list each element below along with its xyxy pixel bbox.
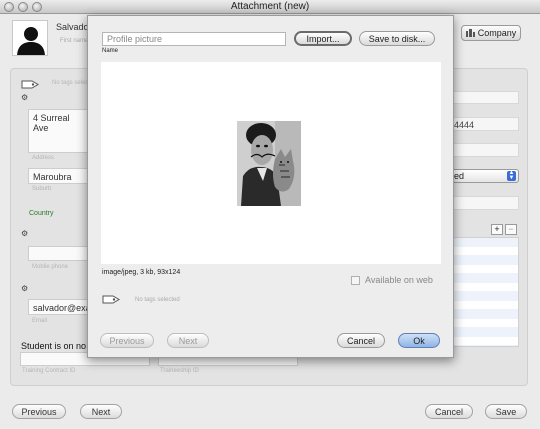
person-silhouette-icon xyxy=(17,27,45,55)
list-row[interactable] xyxy=(450,238,518,247)
right-field-1[interactable] xyxy=(449,91,519,104)
student-status-text: Student is on no w xyxy=(21,341,96,351)
email-label: Email xyxy=(32,318,48,324)
company-button[interactable]: Company xyxy=(461,25,521,41)
dialog-next-button[interactable]: Next xyxy=(167,333,209,348)
phone-field[interactable] xyxy=(28,246,88,261)
cancel-button[interactable]: Cancel xyxy=(425,404,473,419)
right-field-5[interactable] xyxy=(449,196,519,210)
dialog-cancel-button[interactable]: Cancel xyxy=(337,333,385,348)
list-row[interactable] xyxy=(450,292,518,301)
add-row-button[interactable]: + xyxy=(491,224,503,235)
tag-icon[interactable] xyxy=(21,79,39,90)
list-row[interactable] xyxy=(450,337,518,346)
image-preview-area xyxy=(101,62,441,264)
country-label: Country xyxy=(29,210,54,217)
company-button-label: Company xyxy=(477,28,517,38)
available-on-web-label: Available on web xyxy=(365,275,433,285)
remove-row-button[interactable]: − xyxy=(505,224,517,235)
training-contract-label: Training Contract ID xyxy=(22,368,76,374)
dialog-no-tags-label: No tags selected xyxy=(135,297,180,303)
expand-icon[interactable]: ⚙ xyxy=(21,93,28,102)
title-bar: Attachment (new) xyxy=(0,0,540,14)
building-icon xyxy=(465,29,475,37)
email-field[interactable]: salvador@exa xyxy=(28,299,91,315)
list-row[interactable] xyxy=(450,283,518,292)
attachment-name-input[interactable]: Profile picture xyxy=(102,32,286,46)
profile-image xyxy=(237,121,301,206)
tag-icon[interactable] xyxy=(102,294,120,305)
street-field[interactable]: 4 Surreal Ave xyxy=(28,109,88,153)
expand-icon[interactable]: ⚙ xyxy=(21,284,28,293)
phone-label: Mobile phone xyxy=(32,264,69,270)
list-row[interactable] xyxy=(450,310,518,319)
status-select[interactable]: ed ▲ ▼ xyxy=(449,169,519,183)
list-row[interactable] xyxy=(450,274,518,283)
dialog-ok-button[interactable]: Ok xyxy=(398,333,440,348)
list-row[interactable] xyxy=(450,328,518,337)
portrait-photo xyxy=(237,121,301,206)
suburb-label: Suburb xyxy=(32,186,52,192)
list-row[interactable] xyxy=(450,319,518,328)
attachment-name-label: Name xyxy=(102,48,119,54)
phone-number-field[interactable]: 4444 xyxy=(449,117,519,131)
save-to-disk-button[interactable]: Save to disk... xyxy=(359,31,435,46)
select-arrows-icon: ▲ ▼ xyxy=(507,170,516,181)
traineeship-label: Traineeship ID xyxy=(160,368,199,374)
list-row[interactable] xyxy=(450,247,518,256)
next-button[interactable]: Next xyxy=(80,404,122,419)
suburb-field[interactable]: Maroubra xyxy=(28,168,88,184)
available-on-web-checkbox[interactable] xyxy=(351,276,360,285)
list-table[interactable] xyxy=(449,237,519,347)
street-label: Address xyxy=(32,155,55,161)
save-button[interactable]: Save xyxy=(485,404,527,419)
attachment-dialog: Profile picture Name Import... Save to d… xyxy=(87,15,454,358)
import-button[interactable]: Import... xyxy=(294,31,352,46)
file-info-text: image/jpeg, 3 kb, 93x124 xyxy=(102,269,181,276)
window-title: Attachment (new) xyxy=(230,1,310,12)
avatar[interactable] xyxy=(12,20,48,56)
right-field-3[interactable] xyxy=(449,143,519,157)
status-select-value: ed xyxy=(454,171,465,181)
expand-icon[interactable]: ⚙ xyxy=(21,229,28,238)
dialog-previous-button[interactable]: Previous xyxy=(100,333,154,348)
list-row[interactable] xyxy=(450,256,518,265)
previous-button[interactable]: Previous xyxy=(12,404,66,419)
list-row[interactable] xyxy=(450,265,518,274)
first-name-label: First name xyxy=(60,38,89,44)
list-row[interactable] xyxy=(450,301,518,310)
